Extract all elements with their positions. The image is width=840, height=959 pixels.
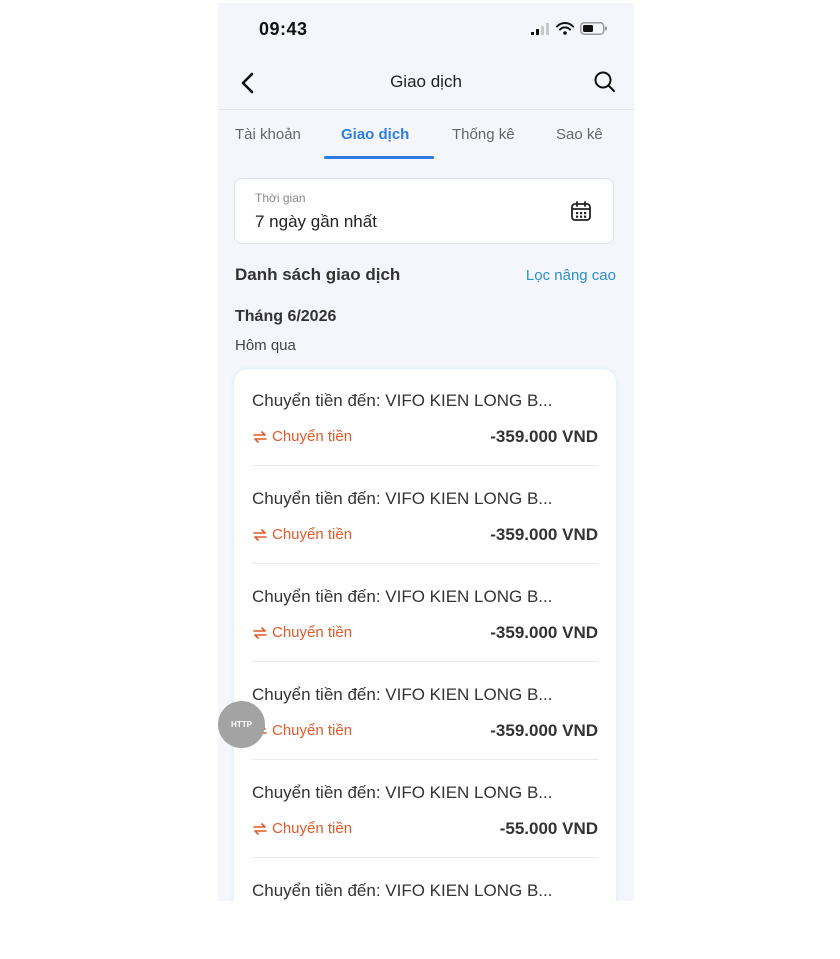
transaction-amount: -359.000 VND [490, 721, 598, 740]
wifi-icon [556, 22, 574, 35]
transfer-arrows-icon [253, 626, 267, 639]
phone-screen: 09:43 Giao dịch Tài khoản Giao dịch Thốn… [218, 3, 634, 901]
transaction-row[interactable]: Chuyển tiền đến: VIFO KIEN LONG B... Chu… [252, 467, 598, 564]
tab-bar: Tài khoản Giao dịch Thống kê Sao kê [218, 110, 634, 160]
transaction-title: Chuyển tiền đến: VIFO KIEN LONG B... [252, 881, 553, 900]
transaction-title: Chuyển tiền đến: VIFO KIEN LONG B... [252, 391, 553, 410]
transaction-row[interactable]: Chuyển tiền đến: VIFO KIEN LONG B... Chu… [252, 761, 598, 858]
row-divider [252, 465, 598, 466]
date-range-field[interactable]: Thời gian 7 ngày gần nhất [234, 178, 614, 244]
transfer-arrows-icon [253, 822, 267, 835]
transfer-arrows-icon [253, 430, 267, 443]
transaction-type: Chuyển tiền [252, 820, 352, 837]
transaction-list-card: Chuyển tiền đến: VIFO KIEN LONG B... Chu… [234, 369, 616, 901]
tab-statistics[interactable]: Thống kê [452, 126, 515, 143]
row-divider [252, 563, 598, 564]
calendar-icon[interactable] [569, 199, 593, 223]
transaction-row[interactable]: Chuyển tiền đến: VIFO KIEN LONG B... Chu… [252, 565, 598, 662]
row-divider [252, 759, 598, 760]
tab-statements[interactable]: Sao kê [556, 126, 603, 143]
tab-accounts[interactable]: Tài khoản [235, 126, 301, 143]
signal-icon [531, 22, 549, 35]
transfer-arrows-icon [253, 528, 267, 541]
navigation-bar: Giao dịch [218, 57, 634, 110]
transaction-row[interactable]: Chuyển tiền đến: VIFO KIEN LONG B... Chu… [252, 369, 598, 466]
search-icon[interactable] [592, 69, 618, 95]
battery-icon [580, 22, 607, 35]
transaction-title: Chuyển tiền đến: VIFO KIEN LONG B... [252, 685, 553, 704]
day-heading: Hôm qua [235, 337, 296, 354]
transaction-list-title: Danh sách giao dịch [235, 265, 401, 284]
transaction-type: Chuyển tiền [252, 722, 352, 739]
transaction-type-label: Chuyển tiền [272, 820, 353, 837]
transaction-amount: -359.000 VND [490, 525, 598, 544]
status-icons [530, 22, 608, 35]
transaction-title: Chuyển tiền đến: VIFO KIEN LONG B... [252, 783, 553, 802]
page-title: Giao dịch [390, 72, 462, 91]
active-tab-indicator [324, 156, 434, 159]
transaction-type-label: Chuyển tiền [272, 624, 353, 641]
status-time: 09:43 [259, 19, 308, 39]
transaction-type: Chuyển tiền [252, 526, 352, 543]
row-divider [252, 661, 598, 662]
tab-transactions[interactable]: Giao dịch [341, 126, 409, 143]
http-debug-badge[interactable]: HTTP [218, 701, 265, 748]
date-range-value: 7 ngày gần nhất [255, 212, 377, 231]
transaction-type-label: Chuyển tiền [272, 722, 353, 739]
transaction-type-label: Chuyển tiền [272, 428, 353, 445]
transaction-amount: -55.000 VND [499, 819, 598, 838]
transaction-row[interactable]: Chuyển tiền đến: VIFO KIEN LONG B... [252, 859, 598, 901]
status-bar: 09:43 [218, 3, 634, 57]
transaction-type-label: Chuyển tiền [272, 526, 353, 543]
transaction-amount: -359.000 VND [490, 427, 598, 446]
transaction-row[interactable]: Chuyển tiền đến: VIFO KIEN LONG B... Chu… [252, 663, 598, 760]
transaction-title: Chuyển tiền đến: VIFO KIEN LONG B... [252, 587, 553, 606]
transaction-amount: -359.000 VND [490, 623, 598, 642]
row-divider [252, 857, 598, 858]
transaction-title: Chuyển tiền đến: VIFO KIEN LONG B... [252, 489, 553, 508]
advanced-filter-link[interactable]: Lọc nâng cao [526, 267, 616, 284]
date-range-label: Thời gian [255, 191, 306, 205]
transaction-type: Chuyển tiền [252, 428, 352, 445]
transaction-type: Chuyển tiền [252, 624, 352, 641]
month-heading: Tháng 6/2026 [235, 308, 337, 325]
